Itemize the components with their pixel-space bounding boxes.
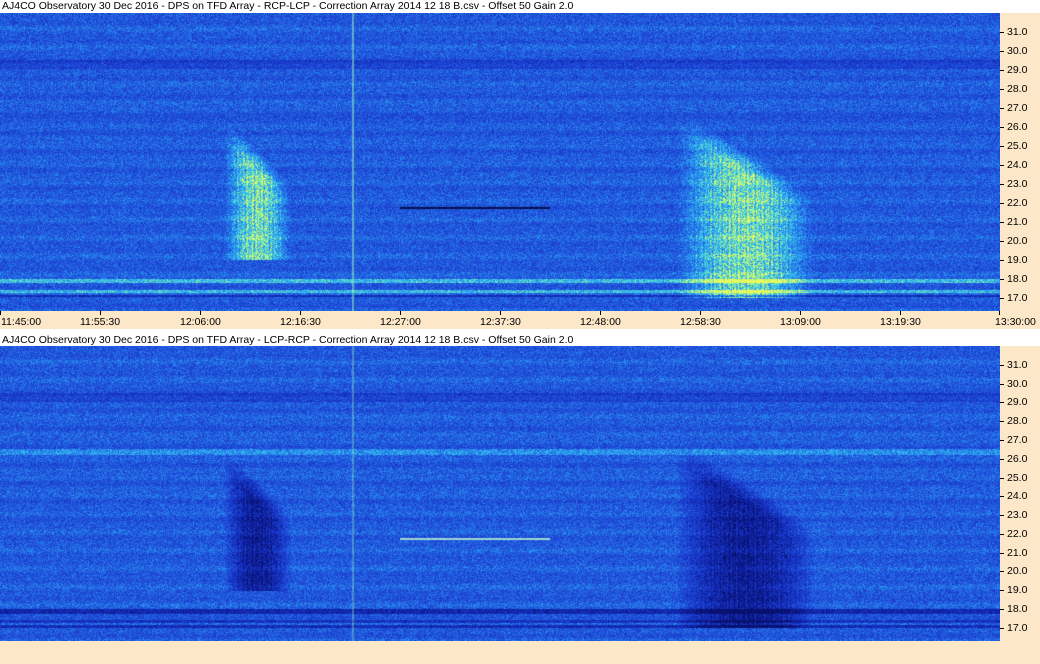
frequency-tick-mark: [1000, 628, 1004, 629]
spectrogram-lcp-rcp: [0, 346, 1000, 641]
frequency-tick-label: 21.0: [1007, 547, 1028, 559]
frequency-tick-label: 25.0: [1007, 140, 1028, 152]
frequency-tick-label: 26.0: [1007, 121, 1028, 133]
frequency-tick-label: 31.0: [1007, 26, 1028, 38]
frequency-tick-mark: [1000, 51, 1004, 52]
time-axis: 11:45:00 11:55:30 12:06:00 12:16:30 12:27:00…: [0, 311, 1040, 329]
time-axis-bottom-empty: [0, 641, 1040, 664]
frequency-tick-mark: [1000, 440, 1004, 441]
spectrogram-rcp-lcp: [0, 13, 1000, 311]
time-tick-label: 13:30:00: [995, 316, 1036, 328]
frequency-tick-label: 31.0: [1007, 359, 1028, 371]
frequency-tick-label: 17.0: [1007, 292, 1028, 304]
frequency-tick-mark: [1000, 89, 1004, 90]
frequency-tick-mark: [1000, 127, 1004, 128]
time-tick-mark: [400, 311, 401, 315]
frequency-tick-label: 24.0: [1007, 490, 1028, 502]
frequency-tick-mark: [1000, 146, 1004, 147]
frequency-tick-mark: [1000, 590, 1004, 591]
frequency-tick-label: 19.0: [1007, 254, 1028, 266]
time-tick-mark: [800, 311, 801, 315]
frequency-tick-mark: [1000, 534, 1004, 535]
frequency-tick-label: 18.0: [1007, 273, 1028, 285]
frequency-tick-mark: [1000, 496, 1004, 497]
frequency-tick-label: 26.0: [1007, 453, 1028, 465]
frequency-axis-top: 17.0 18.0 19.0 20.0 21.0 22.0 23.0 24.0 25.0 26.0…: [1000, 13, 1040, 311]
frequency-tick-mark: [1000, 165, 1004, 166]
spectrogram-title-bottom: AJ4CO Observatory 30 Dec 2016 - DPS on T…: [2, 334, 574, 346]
frequency-tick-mark: [1000, 478, 1004, 479]
frequency-tick-mark: [1000, 108, 1004, 109]
spectrogram-rcp-lcp-canvas: [0, 13, 1000, 311]
frequency-tick-label: 27.0: [1007, 434, 1028, 446]
time-tick-mark: [700, 311, 701, 315]
frequency-tick-label: 20.0: [1007, 235, 1028, 247]
frequency-tick-label: 30.0: [1007, 378, 1028, 390]
frequency-tick-mark: [1000, 571, 1004, 572]
frequency-tick-mark: [1000, 279, 1004, 280]
time-tick-label: 13:19:30: [880, 316, 921, 328]
time-tick-mark: [999, 311, 1000, 315]
time-tick-label: 12:27:00: [380, 316, 421, 328]
frequency-tick-mark: [1000, 553, 1004, 554]
frequency-tick-label: 27.0: [1007, 102, 1028, 114]
frequency-tick-mark: [1000, 402, 1004, 403]
time-tick-label: 12:16:30: [280, 316, 321, 328]
frequency-tick-mark: [1000, 384, 1004, 385]
time-tick-mark: [600, 311, 601, 315]
frequency-tick-mark: [1000, 365, 1004, 366]
frequency-tick-label: 23.0: [1007, 178, 1028, 190]
time-tick-mark: [500, 311, 501, 315]
time-tick-label: 13:09:00: [780, 316, 821, 328]
frequency-tick-label: 17.0: [1007, 622, 1028, 634]
time-tick-label: 12:06:00: [180, 316, 221, 328]
frequency-axis-bottom: 17.0 18.0 19.0 20.0 21.0 22.0 23.0 24.0 25.0 26.0…: [1000, 346, 1040, 641]
frequency-tick-mark: [1000, 184, 1004, 185]
frequency-tick-mark: [1000, 298, 1004, 299]
spectrogram-title-top: AJ4CO Observatory 30 Dec 2016 - DPS on T…: [2, 0, 574, 12]
frequency-tick-mark: [1000, 515, 1004, 516]
frequency-tick-label: 23.0: [1007, 509, 1028, 521]
time-tick-label: 11:45:00: [1, 316, 42, 328]
spectrogram-lcp-rcp-canvas: [0, 346, 1000, 641]
frequency-tick-mark: [1000, 421, 1004, 422]
frequency-tick-mark: [1000, 222, 1004, 223]
frequency-tick-mark: [1000, 203, 1004, 204]
frequency-tick-label: 19.0: [1007, 584, 1028, 596]
time-tick-label: 12:58:30: [680, 316, 721, 328]
frequency-tick-mark: [1000, 32, 1004, 33]
frequency-tick-mark: [1000, 609, 1004, 610]
frequency-tick-mark: [1000, 241, 1004, 242]
time-tick-mark: [100, 311, 101, 315]
frequency-tick-label: 28.0: [1007, 83, 1028, 95]
frequency-tick-label: 18.0: [1007, 603, 1028, 615]
frequency-tick-label: 28.0: [1007, 415, 1028, 427]
frequency-tick-label: 29.0: [1007, 64, 1028, 76]
frequency-tick-mark: [1000, 260, 1004, 261]
time-tick-mark: [300, 311, 301, 315]
time-tick-label: 11:55:30: [80, 316, 121, 328]
frequency-tick-label: 25.0: [1007, 472, 1028, 484]
time-tick-label: 12:48:00: [580, 316, 621, 328]
frequency-tick-label: 22.0: [1007, 528, 1028, 540]
frequency-tick-mark: [1000, 459, 1004, 460]
frequency-tick-label: 20.0: [1007, 565, 1028, 577]
time-tick-mark: [200, 311, 201, 315]
frequency-tick-label: 22.0: [1007, 197, 1028, 209]
frequency-tick-label: 30.0: [1007, 45, 1028, 57]
frequency-tick-mark: [1000, 70, 1004, 71]
time-tick-label: 12:37:30: [480, 316, 521, 328]
time-tick-mark: [0, 311, 1, 315]
time-tick-mark: [900, 311, 901, 315]
frequency-tick-label: 29.0: [1007, 396, 1028, 408]
frequency-tick-label: 21.0: [1007, 216, 1028, 228]
frequency-tick-label: 24.0: [1007, 159, 1028, 171]
